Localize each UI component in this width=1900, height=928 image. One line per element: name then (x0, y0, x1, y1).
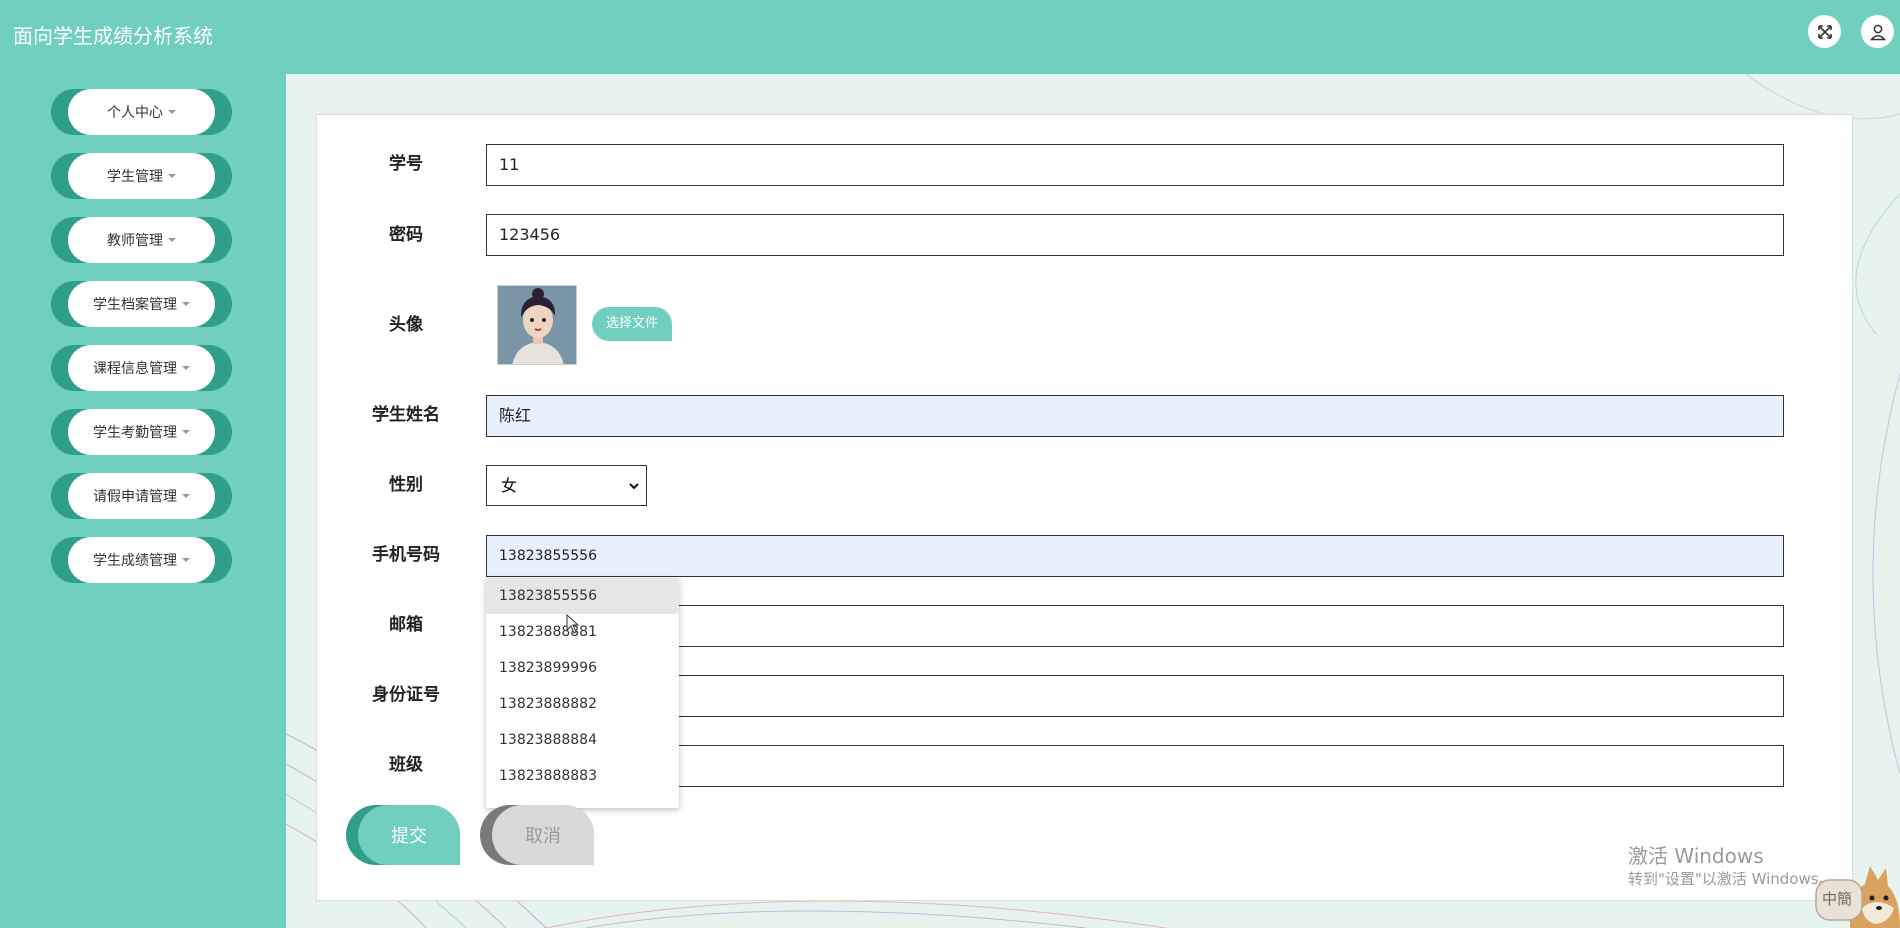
activation-watermark-subtitle: 转到"设置"以激活 Windows。 (1628, 870, 1834, 888)
gender-value: 女 (501, 476, 518, 495)
cancel-button[interactable]: 取消 (480, 805, 594, 865)
name-label: 学生姓名 (372, 405, 440, 425)
expand-icon (1817, 24, 1832, 39)
sidebar-item-attendance[interactable]: 学生考勤管理 (51, 409, 232, 455)
student-id-label: 学号 (389, 154, 423, 174)
user-menu-button[interactable] (1861, 15, 1894, 48)
choose-file-button[interactable]: 选择文件 (592, 307, 672, 341)
ime-widget[interactable]: 中簡 (1810, 856, 1900, 928)
id-number-label: 身份证号 (372, 685, 440, 705)
fullscreen-button[interactable] (1808, 15, 1841, 48)
top-bar: 面向学生成绩分析系统 (0, 0, 1900, 74)
caret-down-icon (182, 366, 190, 370)
sidebar-item-label: 学生档案管理 (93, 297, 177, 313)
caret-down-icon (182, 430, 190, 434)
sidebar-item-leave-requests[interactable]: 请假申请管理 (51, 473, 232, 519)
sidebar-item-grades[interactable]: 学生成绩管理 (51, 537, 232, 583)
sidebar-item-label: 教师管理 (107, 233, 163, 249)
autocomplete-option[interactable]: 13823855556 (486, 578, 679, 614)
user-icon (1869, 24, 1886, 40)
gender-label: 性别 (389, 475, 423, 495)
mouse-cursor-icon (566, 614, 580, 634)
activation-watermark-title: 激活 Windows (1628, 844, 1764, 868)
avatar-label: 头像 (389, 315, 423, 335)
caret-down-icon (168, 238, 176, 242)
sidebar-item-label: 学生考勤管理 (93, 425, 177, 441)
phone-input[interactable]: 13823855556 (486, 535, 1784, 577)
class-input[interactable] (486, 745, 1784, 787)
gender-select[interactable]: 女 (486, 465, 647, 506)
autocomplete-option[interactable]: 13823888884 (486, 722, 679, 758)
class-label: 班级 (389, 755, 423, 775)
ime-label: 中簡 (1822, 890, 1853, 908)
sidebar-item-label: 学生成绩管理 (93, 553, 177, 569)
autocomplete-option[interactable]: 13823888881 (486, 614, 679, 650)
sidebar-item-teacher-management[interactable]: 教师管理 (51, 217, 232, 263)
caret-down-icon (168, 110, 176, 114)
caret-down-icon (182, 302, 190, 306)
cancel-label: 取消 (492, 805, 594, 865)
sidebar: 个人中心 学生管理 教师管理 学生档案管理 课程信息管理 学生考勤管理 请假申请… (0, 74, 286, 928)
submit-label: 提交 (358, 805, 460, 865)
email-input[interactable] (486, 605, 1784, 647)
sidebar-item-label: 课程信息管理 (93, 361, 177, 377)
email-label: 邮箱 (389, 615, 423, 635)
sidebar-item-label: 学生管理 (107, 169, 163, 185)
password-label: 密码 (389, 225, 423, 245)
password-input[interactable]: 123456 (486, 214, 1784, 256)
sidebar-item-label: 个人中心 (107, 105, 163, 121)
sidebar-item-student-management[interactable]: 学生管理 (51, 153, 232, 199)
student-id-input[interactable]: 11 (486, 144, 1784, 186)
caret-down-icon (168, 174, 176, 178)
sidebar-item-student-records[interactable]: 学生档案管理 (51, 281, 232, 327)
sidebar-item-course-info[interactable]: 课程信息管理 (51, 345, 232, 391)
app-title: 面向学生成绩分析系统 (13, 24, 213, 48)
autocomplete-dropdown: 13823855556 13823888881 13823899996 1382… (486, 578, 679, 808)
autocomplete-option[interactable]: 13823899996 (486, 650, 679, 686)
caret-down-icon (182, 558, 190, 562)
chevron-down-icon (629, 483, 639, 490)
name-input[interactable]: 陈红 (486, 395, 1784, 437)
autocomplete-option[interactable]: 13823888883 (486, 758, 679, 794)
autocomplete-option[interactable]: 13823888882 (486, 686, 679, 722)
phone-label: 手机号码 (372, 545, 440, 565)
sidebar-item-label: 请假申请管理 (93, 489, 177, 505)
sidebar-item-personal-center[interactable]: 个人中心 (51, 89, 232, 135)
submit-button[interactable]: 提交 (346, 805, 460, 865)
id-number-input[interactable] (486, 675, 1784, 717)
caret-down-icon (182, 494, 190, 498)
avatar-image (497, 285, 577, 365)
